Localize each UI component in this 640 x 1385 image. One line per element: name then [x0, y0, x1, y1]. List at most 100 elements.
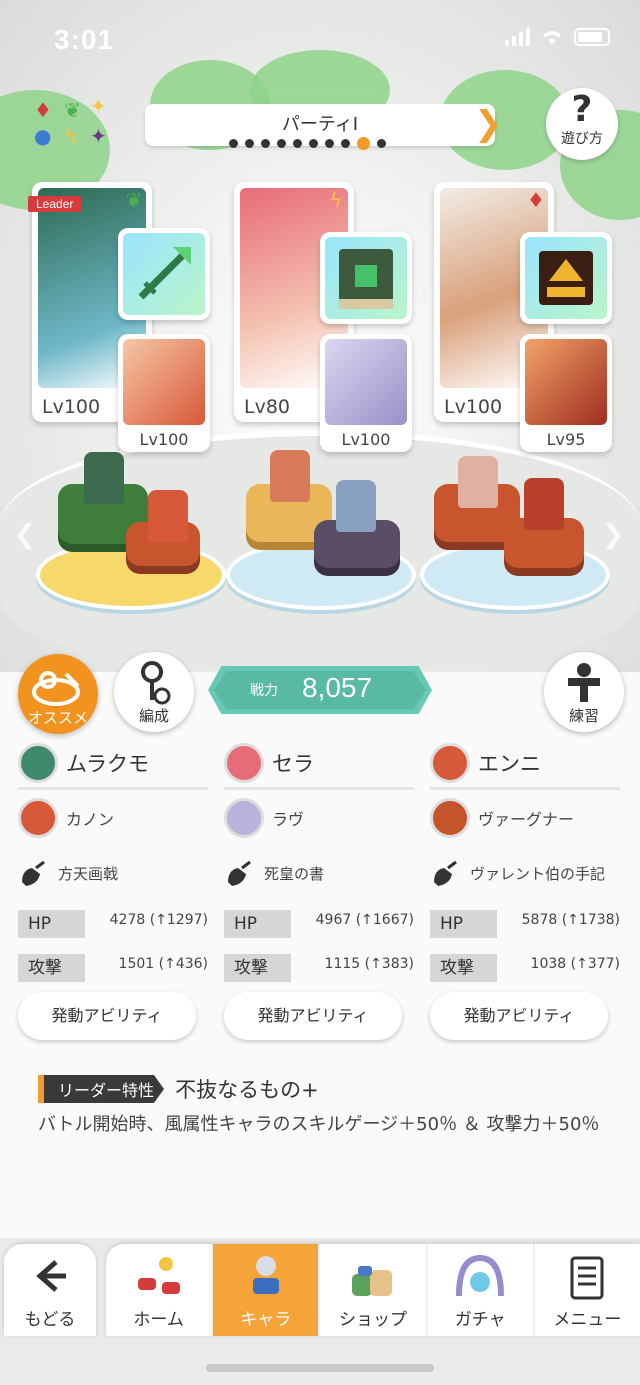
recommend-button[interactable]: オススメ [18, 654, 98, 734]
sub-character-avatar [430, 798, 470, 838]
attack-stat-row: 攻撃 1038 (↑377) [430, 950, 620, 990]
chibi-character[interactable] [270, 450, 310, 502]
question-icon: ? [571, 89, 593, 130]
water-icon: ● [34, 124, 52, 148]
wind-icon: ❦ [64, 98, 81, 122]
chibi-character[interactable] [336, 480, 376, 532]
ability-button[interactable]: 発動アビリティ [18, 992, 196, 1040]
help-button[interactable]: ? 遊び方 [546, 88, 618, 160]
attack-stat-row: 攻撃 1115 (↑383) [224, 950, 414, 990]
sub-character-card[interactable]: Lv100 [320, 334, 412, 452]
tab-home[interactable]: ホーム [106, 1244, 214, 1336]
tab-home-label: ホーム [133, 1310, 184, 1330]
sub-character-level: Lv95 [520, 430, 612, 449]
training-button[interactable]: 練習 [544, 652, 624, 732]
attack-value: 1501 (↑436) [118, 956, 208, 972]
back-label: もどる [24, 1310, 76, 1330]
tab-shop[interactable]: ショップ [320, 1244, 428, 1336]
main-character-row[interactable]: エンニ [430, 738, 620, 790]
back-arrow-icon [36, 1260, 66, 1292]
tab-menu-label: メニュー [553, 1310, 622, 1330]
book-icon [325, 237, 407, 319]
sub-character-row[interactable]: ヴァーグナー [430, 790, 620, 846]
lightning-icon: ϟ [329, 188, 343, 212]
main-character-name: ムラクモ [66, 751, 149, 776]
leader-skill-name: 不抜なるもの+ [175, 1078, 319, 1102]
scene-right-arrow[interactable]: ❯ [602, 520, 624, 550]
party-page-dot[interactable] [261, 139, 270, 148]
hp-label: HP [430, 910, 526, 938]
main-character-name: エンニ [478, 751, 541, 776]
chibi-character[interactable] [524, 478, 564, 530]
sub-character-level: Lv100 [320, 430, 412, 449]
leader-skill: リーダー特性 不抜なるもの+ バトル開始時、風属性キャラのスキルゲージ＋50％ … [38, 1074, 608, 1138]
weapon-name: ヴァレント伯の手記 [470, 865, 606, 883]
tab-shop-label: ショップ [339, 1310, 407, 1330]
sub-character-row[interactable]: ラヴ [224, 790, 414, 846]
party-page-dot[interactable] [325, 139, 334, 148]
main-character-avatar [18, 742, 58, 783]
main-character-row[interactable]: セラ [224, 738, 414, 790]
party-page-dot[interactable] [293, 139, 302, 148]
weapon-card[interactable] [118, 228, 210, 320]
sub-character-portrait [325, 339, 407, 425]
main-character-avatar [430, 742, 470, 783]
next-party-arrow[interactable]: ❯ [474, 104, 503, 144]
chibi-character[interactable] [458, 456, 498, 508]
ability-button[interactable]: 発動アビリティ [224, 992, 402, 1040]
slot-detail-column: ムラクモ カノン 方天画戟 HP 4278 (↑1297) 攻撃 1501 (↑… [18, 738, 208, 990]
tab-character[interactable]: キャラ [213, 1244, 321, 1336]
slot-detail-column: セラ ラヴ 死皇の書 HP 4967 (↑1667) 攻撃 1115 (↑383… [224, 738, 414, 990]
sub-character-row[interactable]: カノン [18, 790, 208, 846]
weapon-slot-icon [228, 860, 251, 886]
tab-menu[interactable]: メニュー [535, 1244, 640, 1336]
weapon-card[interactable] [520, 232, 612, 324]
scene-left-arrow[interactable]: ❮ [14, 520, 36, 550]
tab-gacha[interactable]: ガチャ [428, 1244, 535, 1336]
element-filter-icons[interactable]: ♦ ❦ ✦ ● ϟ ✦ [30, 96, 112, 152]
tab-gacha-label: ガチャ [454, 1310, 506, 1330]
home-icon [137, 1257, 180, 1294]
weapon-name: 死皇の書 [264, 865, 325, 883]
weapon-row[interactable]: 方天画戟 [18, 846, 208, 902]
formation-button[interactable]: 編成 [114, 652, 194, 732]
sub-character-card[interactable]: Lv100 [118, 334, 210, 452]
party-page-dot[interactable] [309, 139, 318, 148]
party-page-dot[interactable] [229, 139, 238, 148]
tab-character-label: キャラ [240, 1310, 292, 1330]
ability-button[interactable]: 発動アビリティ [430, 992, 608, 1040]
weapon-card[interactable] [320, 232, 412, 324]
training-dummy-icon [568, 663, 600, 702]
party-page-dots [229, 137, 386, 150]
weapon-row[interactable]: ヴァレント伯の手記 [430, 846, 620, 902]
sub-character-card[interactable]: Lv95 [520, 334, 612, 452]
chibi-character[interactable] [148, 490, 188, 542]
party-page-dot[interactable] [341, 139, 350, 148]
hp-label: HP [224, 910, 320, 938]
chibi-character[interactable] [84, 452, 124, 504]
hp-stat-row: HP 4278 (↑1297) [18, 906, 208, 946]
hp-value: 4278 (↑1297) [109, 912, 208, 928]
battery-icon [574, 28, 610, 46]
shop-bag-icon [352, 1266, 392, 1296]
signal-icon [505, 28, 530, 46]
main-character-row[interactable]: ムラクモ [18, 738, 208, 790]
back-button[interactable]: もどる [4, 1244, 96, 1336]
fire-diamond-icon: ♦ [527, 188, 545, 212]
sub-character-portrait [525, 339, 607, 425]
party-page-dot[interactable] [277, 139, 286, 148]
sub-character-level: Lv100 [118, 430, 210, 449]
party-page-dot[interactable] [357, 137, 370, 150]
nav-tab-bar: ホーム キャラ ショップ ガチャ メニュー [106, 1244, 640, 1336]
dark-icon: ✦ [90, 124, 107, 148]
sub-character-name: カノン [66, 810, 115, 829]
hp-value: 4967 (↑1667) [315, 912, 414, 928]
party-page-dot[interactable] [377, 139, 386, 148]
attack-label: 攻撃 [430, 954, 526, 982]
training-label: 練習 [568, 707, 599, 725]
sub-character-name: ラヴ [272, 810, 305, 829]
main-character-name: セラ [272, 751, 314, 776]
party-page-dot[interactable] [245, 139, 254, 148]
weapon-row[interactable]: 死皇の書 [224, 846, 414, 902]
hp-stat-row: HP 4967 (↑1667) [224, 906, 414, 946]
